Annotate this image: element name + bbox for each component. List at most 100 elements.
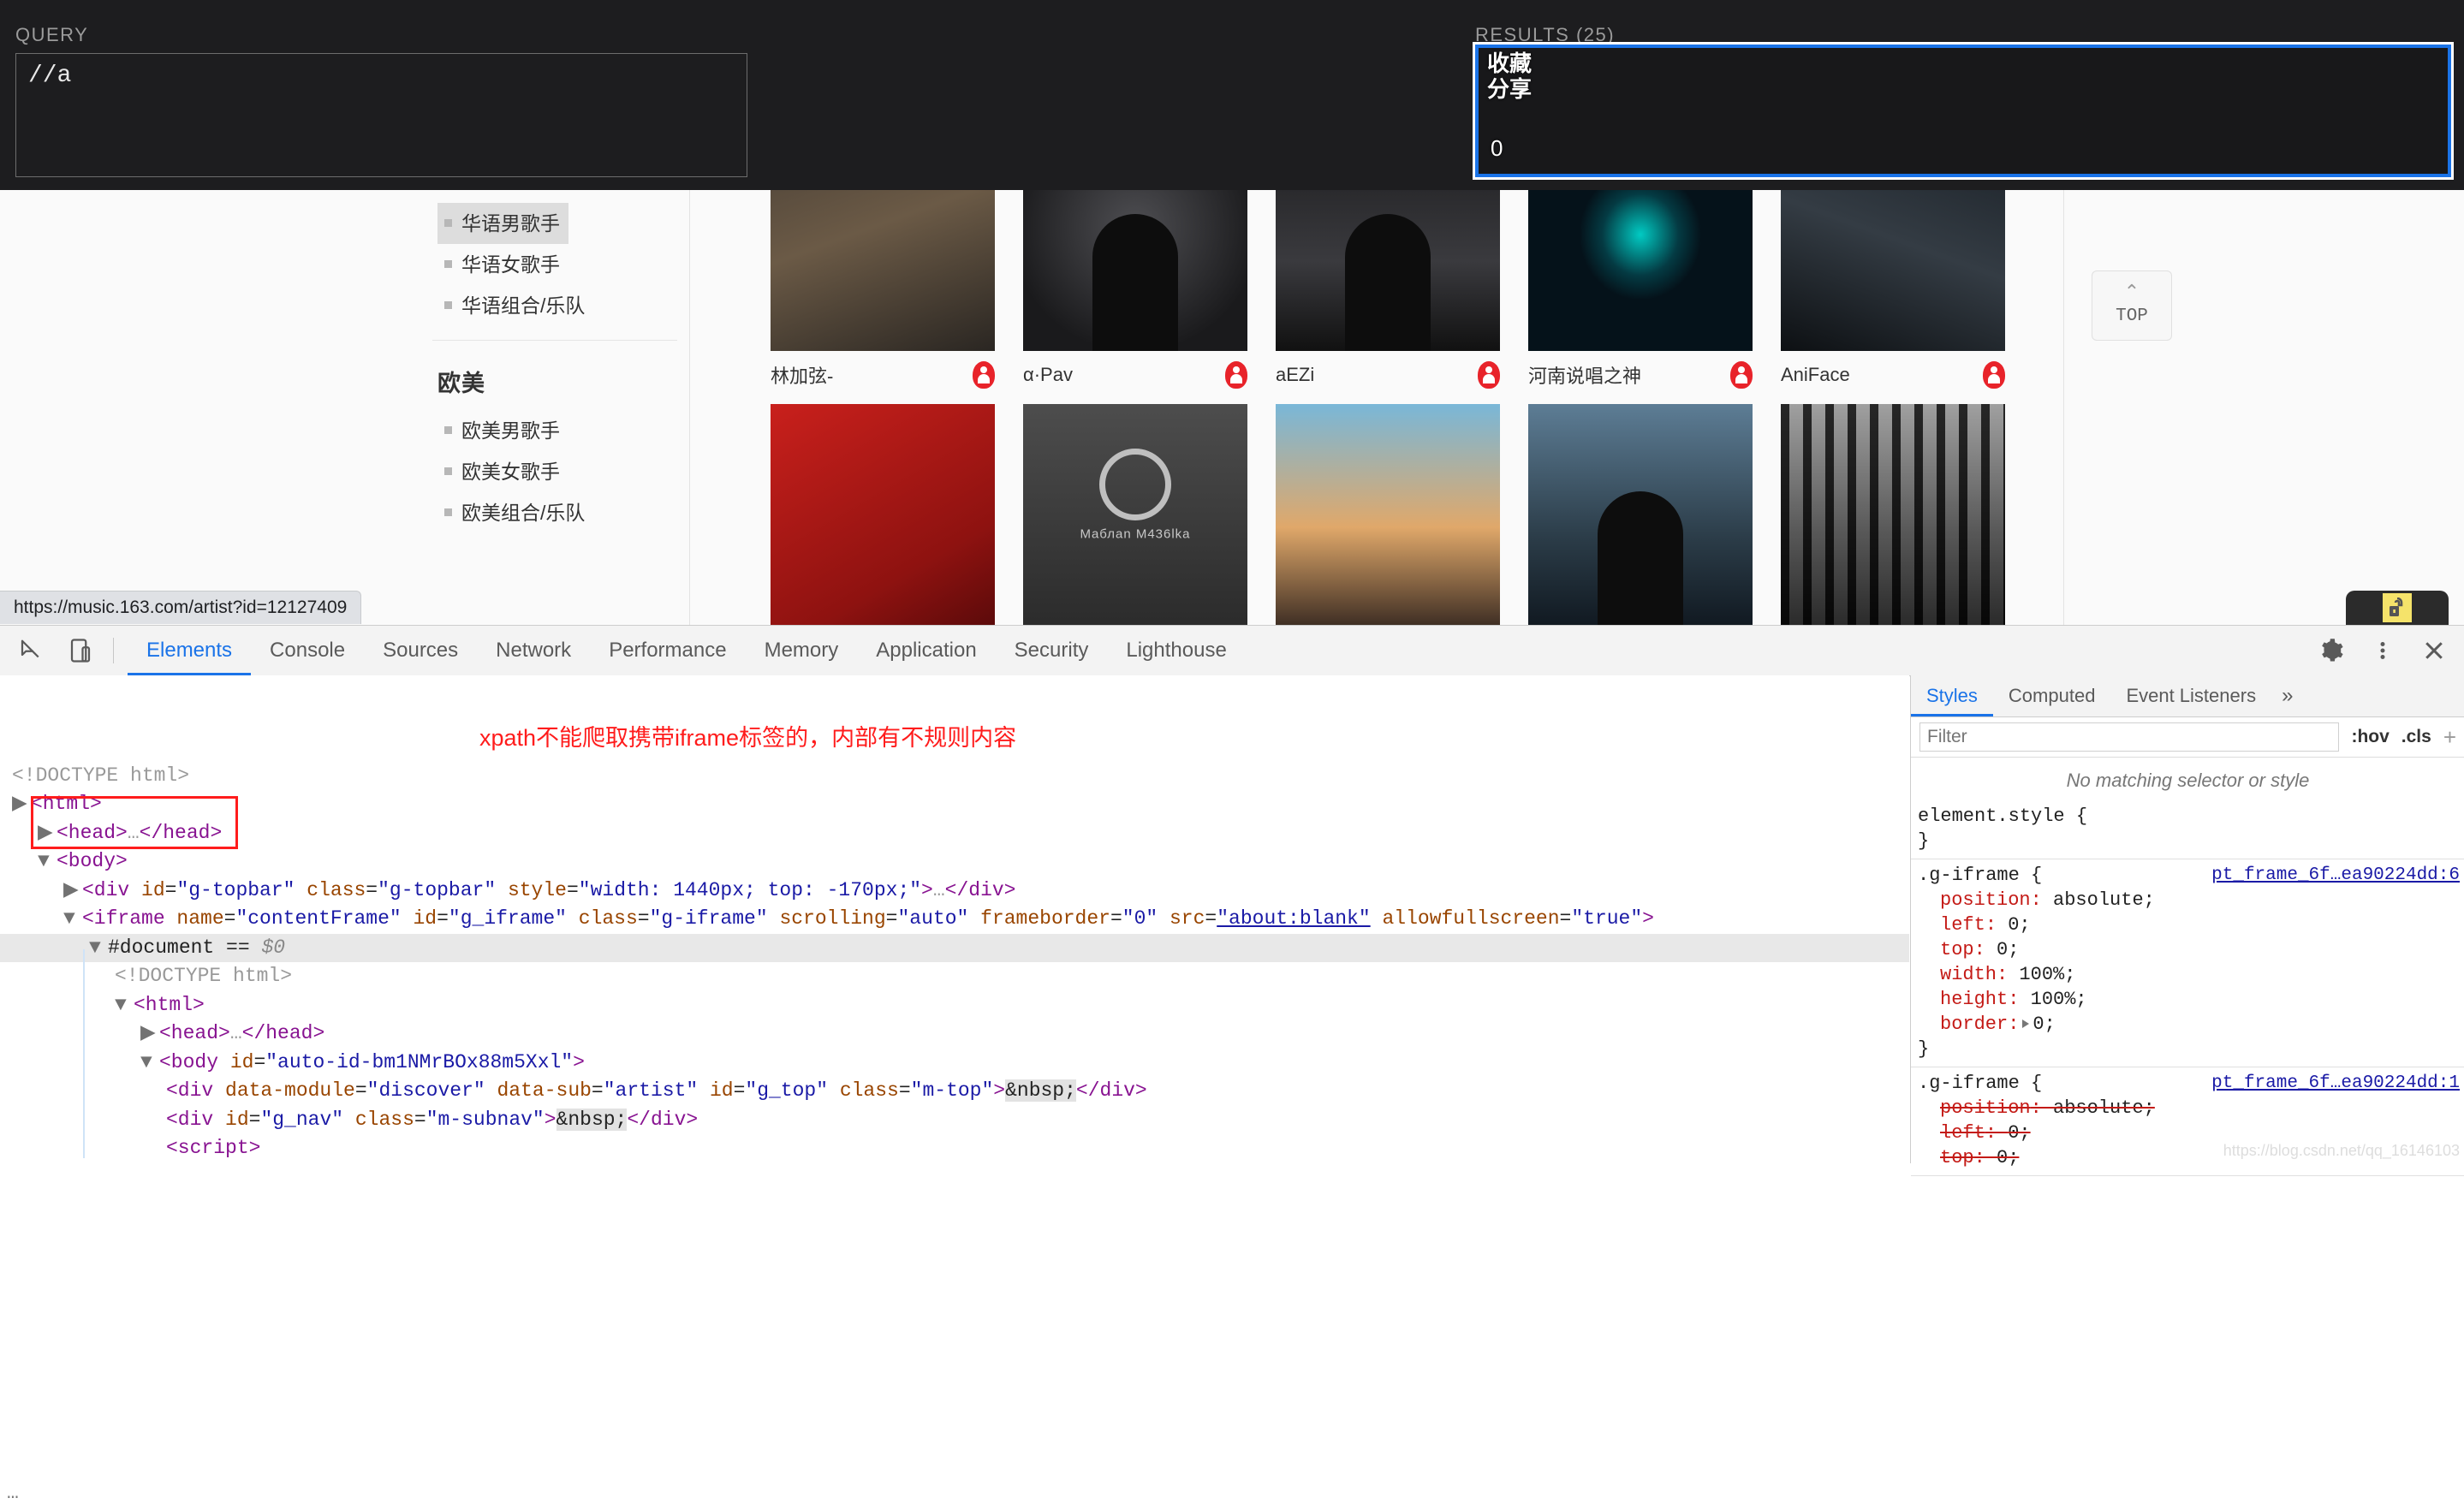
- sidebar-item[interactable]: 欧美女歌手: [437, 451, 689, 492]
- dom-node-line[interactable]: <div id="g_nav" class="m-subnav">&nbsp;<…: [0, 1106, 1909, 1135]
- sidebar-item[interactable]: 华语组合/乐队: [437, 285, 689, 326]
- css-rule[interactable]: element.style {}: [1911, 800, 2464, 859]
- results-output[interactable]: 收藏 分享 0: [1473, 42, 2454, 180]
- back-to-top-button[interactable]: ⌃ TOP: [2092, 270, 2172, 341]
- dom-node-line[interactable]: <!DOCTYPE html>: [0, 962, 1909, 991]
- styles-tab-styles[interactable]: Styles: [1911, 675, 1993, 716]
- devtools-tab-elements[interactable]: Elements: [128, 626, 252, 675]
- dom-node-line[interactable]: ▶ <html>: [0, 790, 1909, 819]
- css-value[interactable]: 0;: [2008, 914, 2030, 936]
- styles-filter-input[interactable]: [1919, 722, 2340, 752]
- css-value[interactable]: absolute;: [2053, 889, 2155, 911]
- styles-filter-row: :hov .cls +: [1911, 717, 2464, 758]
- avatar-icon: [1983, 361, 2005, 389]
- css-declaration[interactable]: border: 0;: [1918, 1012, 2464, 1037]
- close-glyph: [2425, 642, 2443, 659]
- css-value[interactable]: 100%;: [2019, 964, 2075, 985]
- dom-node-line[interactable]: <!DOCTYPE html>: [0, 762, 1909, 791]
- dom-node-line[interactable]: <div data-module="discover" data-sub="ar…: [0, 1077, 1909, 1106]
- dom-node-line[interactable]: ▶ <head>…</head>: [0, 819, 1909, 848]
- artist-card[interactable]: Maблan M436lka: [1023, 404, 1247, 625]
- kebab-menu-icon[interactable]: [2368, 636, 2397, 665]
- status-bar-url: https://music.163.com/artist?id=12127409: [14, 597, 348, 617]
- sidebar-item[interactable]: 华语女歌手: [437, 244, 689, 285]
- css-rule[interactable]: .g-iframe {pt_frame_6f…ea90224dd:6 positi…: [1911, 859, 2464, 1067]
- css-declaration[interactable]: position: absolute;: [1918, 1096, 2464, 1121]
- sidebar-group-divider: [432, 340, 677, 341]
- artist-card[interactable]: [771, 404, 995, 625]
- artist-thumbnail[interactable]: Maблan M436lka: [1023, 404, 1247, 625]
- dom-node-line[interactable]: <script>: [0, 1134, 1909, 1163]
- devtools-tab-lighthouse[interactable]: Lighthouse: [1107, 626, 1245, 675]
- artist-card[interactable]: [1276, 404, 1500, 625]
- artist-name[interactable]: 河南说唱之神: [1528, 361, 1641, 389]
- devtools-tab-sources[interactable]: Sources: [364, 626, 477, 675]
- dom-node-line[interactable]: ▼ #document == $0: [0, 933, 1909, 962]
- devtools-tab-memory[interactable]: Memory: [746, 626, 858, 675]
- dom-node-line[interactable]: ▶ <div id="g-topbar" class="g-topbar" sty…: [0, 877, 1909, 906]
- css-declaration[interactable]: left: 0;: [1918, 913, 2464, 937]
- css-source-link[interactable]: pt_frame_6f…ea90224dd:1: [2211, 1071, 2460, 1096]
- devtools-toolbar-right: [2294, 626, 2449, 675]
- styles-tab-event-listeners[interactable]: Event Listeners: [2110, 675, 2271, 716]
- new-style-rule-button[interactable]: +: [2443, 724, 2456, 751]
- devtools-tab-security[interactable]: Security: [996, 626, 1108, 675]
- css-value[interactable]: 0;: [1997, 939, 2019, 960]
- artist-card[interactable]: [1528, 404, 1753, 625]
- artist-thumbnail[interactable]: [1528, 404, 1753, 625]
- css-value[interactable]: 0;: [1997, 1147, 2019, 1168]
- expand-triangle-icon[interactable]: [2022, 1020, 2030, 1029]
- avatar-icon: [1730, 361, 1753, 389]
- close-icon[interactable]: [2419, 636, 2449, 665]
- css-source-link[interactable]: pt_frame_6f…ea90224dd:6: [2211, 863, 2460, 888]
- artist-name[interactable]: AniFace: [1781, 364, 1850, 386]
- css-property: border: [1940, 1014, 2009, 1035]
- query-input[interactable]: //a: [15, 53, 747, 177]
- artist-card[interactable]: [1781, 404, 2005, 625]
- css-rule-close: }: [1918, 830, 1930, 852]
- dom-node-line[interactable]: ▶ <head>…</head>: [0, 1020, 1909, 1049]
- sidebar-item[interactable]: 华语男歌手: [437, 203, 568, 244]
- css-declaration[interactable]: height: 100%;: [1918, 987, 2464, 1012]
- query-label: QUERY: [15, 24, 89, 45]
- devtools-tab-performance[interactable]: Performance: [590, 626, 745, 675]
- hov-toggle[interactable]: :hov: [2351, 727, 2389, 747]
- styles-tab-computed[interactable]: Computed: [1993, 675, 2111, 716]
- css-declaration[interactable]: position: absolute;: [1918, 888, 2464, 913]
- css-value[interactable]: 0;: [2033, 1014, 2055, 1035]
- css-value[interactable]: 100%;: [2031, 989, 2087, 1010]
- artist-name[interactable]: 林加弦-: [771, 361, 833, 389]
- inspect-element-icon[interactable]: [12, 632, 50, 669]
- unlock-badge-container[interactable]: [2346, 591, 2449, 625]
- dom-node-line[interactable]: ▼ <body id="auto-id-bm1NMrBOx88m5Xxl">: [0, 1049, 1909, 1078]
- dom-node-line[interactable]: ▼ <html>: [0, 991, 1909, 1020]
- css-declaration[interactable]: top: 0;: [1918, 937, 2464, 962]
- artist-thumbnail[interactable]: [1276, 404, 1500, 625]
- artist-thumbnail[interactable]: [1781, 404, 2005, 625]
- device-toolbar-icon[interactable]: [62, 632, 99, 669]
- avatar-icon: [1225, 361, 1247, 389]
- artist-name[interactable]: aEZi: [1276, 364, 1314, 386]
- artist-caption: 林加弦-: [771, 361, 995, 389]
- avatar-icon: [973, 361, 995, 389]
- css-declaration[interactable]: width: 100%;: [1918, 962, 2464, 987]
- css-value[interactable]: 0;: [2008, 1122, 2030, 1144]
- css-value[interactable]: absolute;: [2053, 1097, 2155, 1119]
- tree-guide-line: [83, 949, 85, 1158]
- gear-icon[interactable]: [2317, 636, 2346, 665]
- devtools-tab-console[interactable]: Console: [251, 626, 364, 675]
- devtools-tab-application[interactable]: Application: [857, 626, 995, 675]
- unlock-icon[interactable]: [2383, 593, 2412, 622]
- artist-thumbnail[interactable]: [771, 404, 995, 625]
- dom-node-line[interactable]: ▼ <iframe name="contentFrame" id="g_ifram…: [0, 905, 1909, 934]
- sidebar-item[interactable]: 欧美男歌手: [437, 410, 689, 451]
- dom-node-line[interactable]: ▼ <body>: [0, 847, 1909, 877]
- artist-name[interactable]: α·Pav: [1023, 364, 1073, 386]
- devtools-tab-network[interactable]: Network: [477, 626, 590, 675]
- dom-node-line[interactable]: try{: [0, 1163, 1909, 1164]
- thumb-title-text: Maблan M436lka: [1080, 526, 1191, 542]
- cls-toggle[interactable]: .cls: [2402, 727, 2431, 747]
- styles-more-tabs-icon[interactable]: »: [2271, 684, 2303, 708]
- sidebar-item[interactable]: 欧美组合/乐队: [437, 492, 689, 533]
- thumb-shape: [1099, 449, 1171, 521]
